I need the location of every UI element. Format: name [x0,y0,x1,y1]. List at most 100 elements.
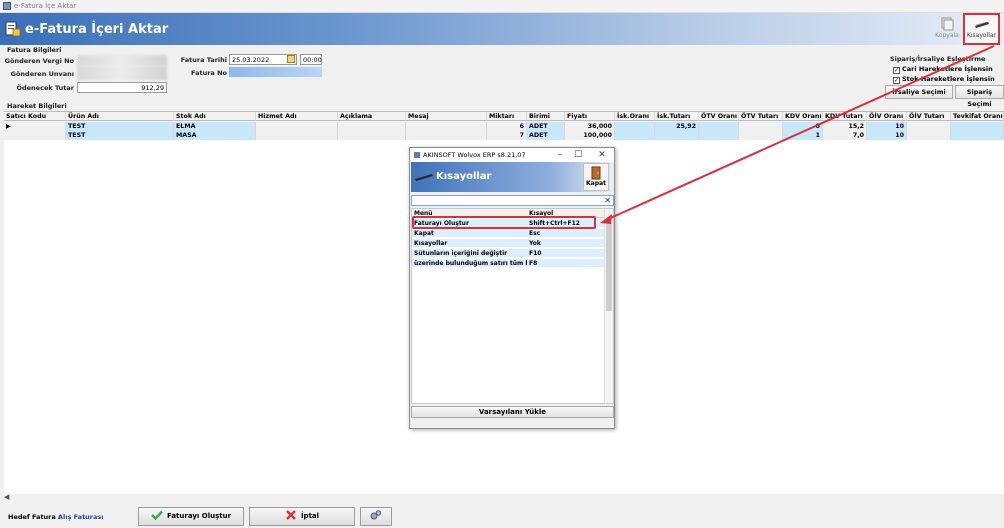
cell-urun-adi[interactable]: TEST [66,131,174,140]
col-satici-kodu[interactable]: Satıcı Kodu [4,112,66,121]
iptal-button[interactable]: İptal [249,507,355,526]
dialog-search-input[interactable]: ✕ [411,195,614,206]
col-isk-tutari[interactable]: İsk.Tutarı [655,112,699,121]
cell-otv-orani[interactable] [699,131,739,140]
cell-oiv-tutari[interactable] [907,131,951,140]
stok-hareket-checkbox-row[interactable]: ✓ Stok Hareketlere İşlensin [893,75,995,84]
cell-tevkifat-orani-1[interactable] [951,122,1004,131]
shortcuts-button[interactable]: Kısayollar [963,13,1000,45]
cell-isk-orani[interactable] [615,131,655,140]
cell-oiv-orani[interactable]: 10 [867,131,907,140]
checkmark-icon [151,510,163,520]
cell-miktari[interactable]: 7 [487,131,527,140]
col-tevkifat-orani-1[interactable]: Tevkifat Oranı 1 [951,112,1004,121]
gonderen-vergi-no-label: Gönderen Vergi No [4,57,74,65]
cell-aciklama[interactable] [338,131,406,140]
horizontal-scrollbar[interactable]: ◀ [4,493,1004,501]
fatura-tarihi-field[interactable]: 25.03.2022 [229,54,297,65]
cell-mesaj[interactable] [406,131,487,140]
cell-hizmet-adi[interactable] [256,131,338,140]
col-hizmet-adi[interactable]: Hizmet Adı [256,112,338,121]
dialog-window-title: AKINSOFT Wolvox ERP s8.21.07 [423,151,526,159]
cell-oiv-orani[interactable]: 10 [867,122,907,131]
siparis-secimi-button[interactable]: Sipariş Seçimi [955,85,1004,108]
cell-urun-adi[interactable]: TEST [66,122,174,131]
cell-kdv-orani[interactable]: 8 [783,122,823,131]
shortcuts-dialog: AKINSOFT Wolvox ERP s8.21.07 – ☐ ✕ Kısay… [409,147,615,429]
cell-aciklama[interactable] [338,122,406,131]
col-fiyati[interactable]: Fiyatı [565,112,615,121]
scroll-left-icon[interactable]: ◀ [4,493,9,501]
cell-fiyati[interactable]: 36,000 [565,122,615,131]
col-urun-adi[interactable]: Ürün Adı [66,112,174,121]
kapat-label: Kapat [586,180,606,187]
cell-stok-adi[interactable]: ELMA [174,122,256,131]
col-stok-adi[interactable]: Stok Adı [174,112,256,121]
page-title: e-Fatura İçeri Aktar [25,22,169,37]
cell-miktari[interactable]: 6 [487,122,527,131]
kapat-button[interactable]: Kapat [583,163,609,191]
cari-checkbox[interactable]: ✓ [893,67,900,74]
clear-search-icon[interactable]: ✕ [604,196,611,205]
settings-button[interactable] [360,507,392,526]
list-item[interactable]: Sütunların içeriğini değiştir F10 [412,249,604,258]
cell-kdv-orani[interactable]: 1 [783,131,823,140]
list-item[interactable]: üzerinde bulunduğum satırı tüm kay F8 [412,259,604,268]
import-icon [5,21,21,37]
col-aciklama[interactable]: Açıklama [338,112,406,121]
row-indicator-cell: ▶ [4,122,66,131]
cell-fiyati[interactable]: 100,000 [565,131,615,140]
col-otv-orani[interactable]: ÖTV Oranı [699,112,739,121]
cell-hizmet-adi[interactable] [256,122,338,131]
table-row[interactable]: ▶ TEST ELMA 6 ADET 36,000 25,92 8 15,2 1… [4,122,1004,131]
close-icon[interactable]: ✕ [596,149,608,161]
grid-header-row: Satıcı Kodu Ürün Adı Stok Adı Hizmet Adı… [4,112,1004,121]
cell-isk-orani[interactable] [615,122,655,131]
col-oiv-orani[interactable]: ÖİV Oranı [867,112,907,121]
copy-button[interactable]: Kopyala [930,15,964,43]
cell-birimi[interactable]: ADET [527,122,565,131]
faturayi-olustur-button[interactable]: Faturayı Oluştur [138,507,244,526]
col-oiv-tutari[interactable]: ÖİV Tutarı [907,112,951,121]
varsayilani-yukle-button[interactable]: Varsayılanı Yükle [411,406,614,418]
list-item[interactable]: Kapat Esc [412,229,604,238]
maximize-icon[interactable]: ☐ [572,149,584,161]
irsaliye-secimi-button[interactable]: İrsaliye Seçimi [885,85,953,99]
dialog-scrollbar[interactable] [604,209,613,403]
cell-stok-adi[interactable]: MASA [174,131,256,140]
cell-otv-tutari[interactable] [739,131,783,140]
dialog-title: Kısayollar [436,171,492,182]
cell-mesaj[interactable] [406,122,487,131]
cell-oiv-tutari[interactable] [907,122,951,131]
calendar-icon[interactable] [287,55,295,63]
fatura-saati-field[interactable]: 00:00 [300,54,322,65]
scrollbar-thumb[interactable] [606,221,612,311]
col-isk-orani[interactable]: İsk.Oranı [615,112,655,121]
col-kdv-orani[interactable]: KDV Oranı [783,112,823,121]
col-kdv-tutari[interactable]: KDV Tutarı [823,112,867,121]
minimize-icon[interactable]: – [554,149,566,161]
cell-tevkifat-orani-1[interactable] [951,131,1004,140]
col-otv-tutari[interactable]: ÖTV Tutarı [739,112,783,121]
table-row[interactable]: TEST MASA 7 ADET 100,000 1 7,0 10 [4,131,1004,140]
cari-hareket-checkbox-row[interactable]: ✓ Cari Hareketlere İşlensin [893,65,993,74]
stok-checkbox[interactable]: ✓ [893,77,900,84]
iptal-label: İptal [300,512,320,520]
cell-kdv-tutari[interactable]: 7,0 [823,131,867,140]
shortcut-key: Yok [527,239,604,248]
col-mesaj[interactable]: Mesaj [406,112,487,121]
cell-birimi[interactable]: ADET [527,131,565,140]
list-item[interactable]: Kısayollar Yok [412,239,604,248]
cell-otv-tutari[interactable] [739,122,783,131]
fatura-no-field[interactable] [229,67,322,77]
gonderen-vergi-no-field[interactable] [77,55,167,66]
odenecek-tutar-field[interactable]: 912,29 [77,82,167,93]
col-miktari[interactable]: Miktarı [487,112,527,121]
hedef-fatura-value[interactable]: Alış Faturası [58,513,104,521]
cell-otv-orani[interactable] [699,122,739,131]
gonderen-unvani-field[interactable] [77,66,167,80]
col-birimi[interactable]: Birimi [527,112,565,121]
cell-isk-tutari[interactable] [655,131,699,140]
cell-isk-tutari[interactable]: 25,92 [655,122,699,131]
cell-kdv-tutari[interactable]: 15,2 [823,122,867,131]
